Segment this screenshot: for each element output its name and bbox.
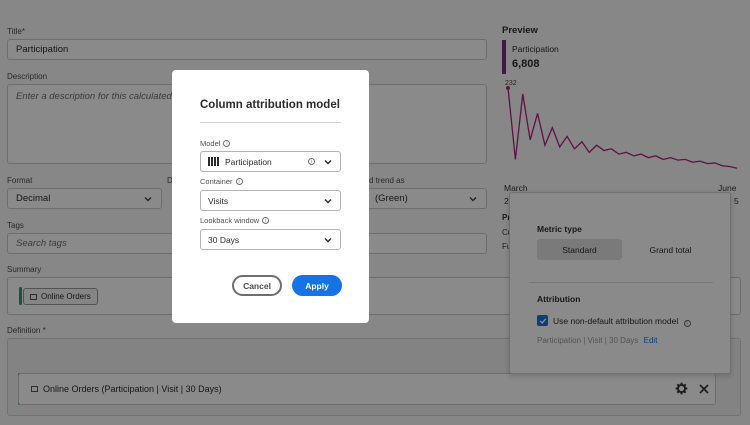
dialog-divider: [200, 122, 341, 123]
apply-button[interactable]: Apply: [292, 275, 342, 296]
model-dropdown[interactable]: Participation i: [200, 151, 341, 172]
model-label: Model i: [200, 139, 231, 148]
cancel-button[interactable]: Cancel: [232, 275, 282, 296]
chevron-down-icon: [324, 198, 332, 204]
modal-overlay[interactable]: [0, 0, 750, 425]
container-value: Visits: [208, 195, 229, 206]
dialog-title: Column attribution model: [200, 99, 340, 111]
column-attribution-dialog: Column attribution model Model i Partici…: [172, 70, 369, 323]
info-icon[interactable]: i: [223, 140, 231, 147]
lookback-window-value: 30 Days: [208, 234, 240, 245]
info-icon[interactable]: i: [235, 178, 243, 185]
container-label: Container i: [200, 177, 243, 186]
container-dropdown[interactable]: Visits: [200, 190, 341, 211]
chevron-down-icon: [324, 237, 332, 243]
participation-model-icon: [208, 157, 219, 166]
model-value: Participation: [225, 156, 272, 167]
lookback-window-label: Lookback window i: [200, 216, 270, 225]
info-icon[interactable]: i: [262, 217, 270, 224]
chevron-down-icon: [324, 159, 332, 165]
info-icon[interactable]: i: [308, 158, 315, 165]
lookback-window-dropdown[interactable]: 30 Days: [200, 229, 341, 250]
